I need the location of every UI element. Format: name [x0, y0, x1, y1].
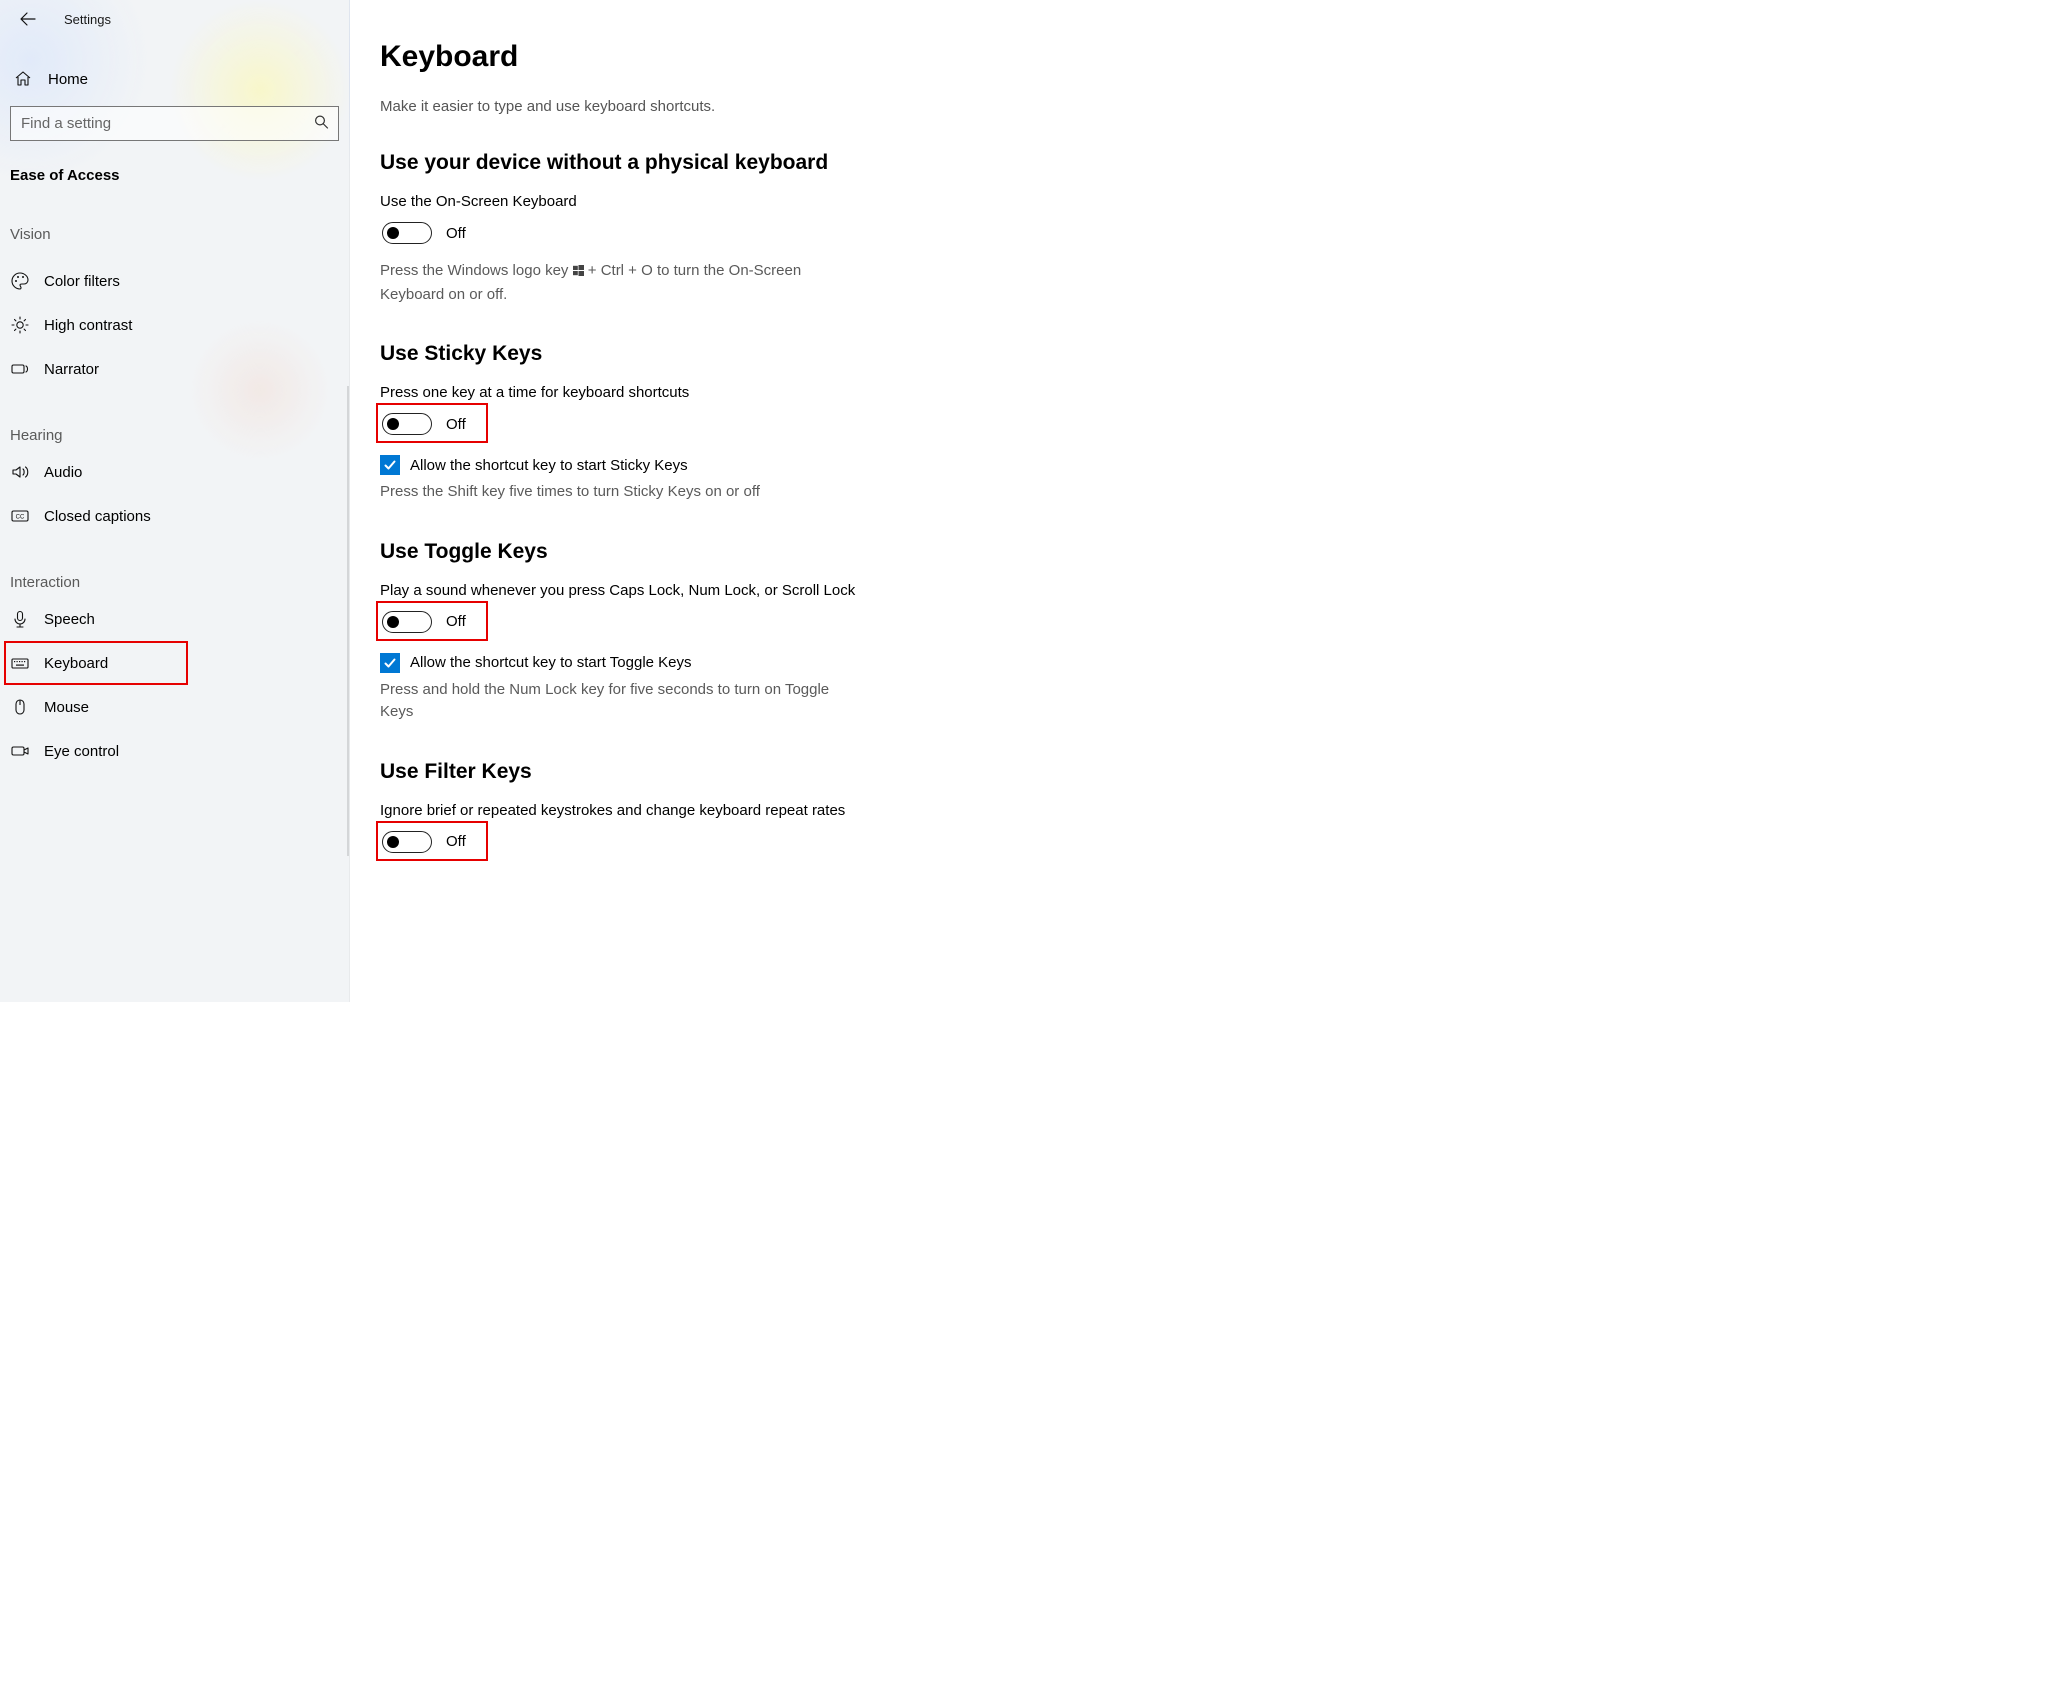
checkbox-label-sticky: Allow the shortcut key to start Sticky K…: [410, 457, 688, 474]
svg-text:CC: CC: [16, 515, 25, 521]
search-container: [0, 106, 349, 141]
setting-label-filter: Ignore brief or repeated keystrokes and …: [380, 802, 1130, 819]
sidebar-item-color-filters[interactable]: Color filters: [0, 259, 349, 303]
toggle-state-osk: Off: [446, 225, 466, 242]
section-heading-osk: Use your device without a physical keybo…: [380, 151, 1130, 175]
check-icon: [383, 656, 397, 670]
window-header: Settings: [0, 0, 349, 38]
sidebar-item-audio[interactable]: Audio: [0, 450, 349, 494]
toggle-row-toggle-keys: Off: [380, 609, 472, 635]
sidebar-item-mouse[interactable]: Mouse: [0, 685, 349, 729]
toggle-row-filter: Off: [380, 829, 472, 855]
sidebar-item-home[interactable]: Home: [0, 56, 349, 102]
sidebar-item-narrator[interactable]: Narrator: [0, 347, 349, 391]
checkbox-label-toggle-keys: Allow the shortcut key to start Toggle K…: [410, 654, 692, 671]
hint-osk: Press the Windows logo key + Ctrl + O to…: [380, 260, 860, 306]
group-label-interaction: Interaction: [0, 538, 349, 597]
setting-label-osk: Use the On-Screen Keyboard: [380, 193, 1130, 210]
sidebar-item-label: Mouse: [44, 699, 89, 716]
setting-label-sticky: Press one key at a time for keyboard sho…: [380, 384, 1130, 401]
sidebar-item-label: Keyboard: [44, 655, 108, 672]
checkbox-row-sticky: Allow the shortcut key to start Sticky K…: [380, 455, 1130, 475]
checkbox-sticky-shortcut[interactable]: [380, 455, 400, 475]
sidebar-item-label: Color filters: [44, 273, 120, 290]
group-label-hearing: Hearing: [0, 391, 349, 450]
toggle-sticky[interactable]: [382, 413, 432, 435]
sidebar-item-label: Narrator: [44, 361, 99, 378]
scrollbar-track[interactable]: [347, 386, 349, 856]
toggle-row-osk: Off: [380, 220, 472, 246]
window-title: Settings: [64, 12, 111, 27]
eye-icon: [10, 741, 38, 761]
home-label: Home: [48, 71, 88, 88]
back-button[interactable]: [10, 1, 46, 37]
palette-icon: [10, 271, 38, 291]
toggle-toggle-keys[interactable]: [382, 611, 432, 633]
hint-sticky: Press the Shift key five times to turn S…: [380, 481, 860, 504]
sidebar-item-eye-control[interactable]: Eye control: [0, 729, 349, 773]
sidebar-item-closed-captions[interactable]: CC Closed captions: [0, 494, 349, 538]
toggle-osk[interactable]: [382, 222, 432, 244]
section-heading-filter: Use Filter Keys: [380, 760, 1130, 784]
toggle-row-sticky: Off: [380, 411, 472, 437]
sidebar-item-keyboard[interactable]: Keyboard: [0, 641, 349, 685]
home-icon: [14, 70, 42, 88]
narrator-icon: [10, 359, 38, 379]
group-label-vision: Vision: [0, 190, 349, 249]
toggle-state-filter: Off: [446, 833, 466, 850]
sidebar-item-label: Speech: [44, 611, 95, 628]
check-icon: [383, 458, 397, 472]
section-heading-sticky: Use Sticky Keys: [380, 342, 1130, 366]
sidebar-item-label: Eye control: [44, 743, 119, 760]
main-content: Keyboard Make it easier to type and use …: [350, 0, 1170, 1002]
sidebar-item-label: Closed captions: [44, 508, 151, 525]
arrow-left-icon: [20, 11, 36, 27]
category-header: Ease of Access: [0, 141, 349, 190]
hint-toggle-keys: Press and hold the Num Lock key for five…: [380, 679, 860, 724]
sun-icon: [10, 315, 38, 335]
page-subtitle: Make it easier to type and use keyboard …: [380, 98, 1130, 115]
setting-label-toggle-keys: Play a sound whenever you press Caps Loc…: [380, 582, 1130, 599]
toggle-state-toggle-keys: Off: [446, 613, 466, 630]
cc-icon: CC: [10, 506, 38, 526]
sidebar-item-label: Audio: [44, 464, 82, 481]
section-heading-toggle-keys: Use Toggle Keys: [380, 540, 1130, 564]
toggle-state-sticky: Off: [446, 416, 466, 433]
speaker-icon: [10, 462, 38, 482]
page-title: Keyboard: [380, 40, 1130, 74]
windows-logo-icon: [573, 261, 584, 284]
sidebar: Settings Home Ease of Access Vision Colo…: [0, 0, 350, 1002]
checkbox-toggle-keys-shortcut[interactable]: [380, 653, 400, 673]
checkbox-row-toggle-keys: Allow the shortcut key to start Toggle K…: [380, 653, 1130, 673]
sidebar-item-label: High contrast: [44, 317, 132, 334]
search-input[interactable]: [10, 106, 339, 141]
sidebar-item-high-contrast[interactable]: High contrast: [0, 303, 349, 347]
keyboard-icon: [10, 653, 38, 673]
toggle-filter[interactable]: [382, 831, 432, 853]
mouse-icon: [10, 697, 38, 717]
sidebar-item-speech[interactable]: Speech: [0, 597, 349, 641]
mic-icon: [10, 609, 38, 629]
